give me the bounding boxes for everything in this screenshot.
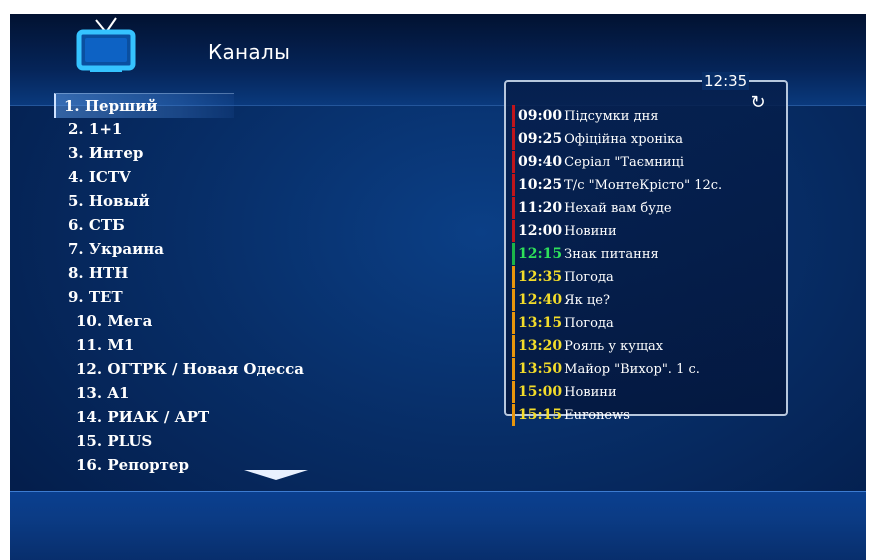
channel-item[interactable]: 9. ТЕТ — [56, 285, 368, 309]
epg-time: 13:20 — [518, 338, 563, 354]
epg-title: Т/с "МонтеКрісто" 12с. — [564, 178, 723, 193]
epg-row[interactable]: 12:15 Знак питання — [512, 243, 778, 265]
epg-title: Як це? — [564, 293, 610, 308]
epg-title: Погода — [564, 316, 614, 331]
channel-item[interactable]: 5. Новый — [56, 189, 368, 213]
epg-row[interactable]: 13:50 Майор "Вихор". 1 с. — [512, 358, 778, 380]
epg-time: 12:40 — [518, 292, 563, 308]
epg-row[interactable]: 13:15 Погода — [512, 312, 778, 334]
channel-item[interactable]: 2. 1+1 — [56, 117, 368, 141]
epg-time: 09:40 — [518, 154, 563, 170]
epg-time: 12:00 — [518, 223, 563, 239]
channel-item[interactable]: 14. РИАК / АРТ — [64, 405, 376, 429]
footer-band — [10, 491, 866, 560]
epg-title: Новини — [564, 224, 617, 239]
epg-row[interactable]: 09:25 Офіційна хроніка — [512, 128, 778, 150]
epg-row[interactable]: 12:40 Як це? — [512, 289, 778, 311]
epg-row[interactable]: 15:00 Новини — [512, 381, 778, 403]
channel-item[interactable]: 6. СТБ — [56, 213, 368, 237]
channel-item[interactable]: 16. Репортер — [64, 453, 376, 477]
epg-time: 09:25 — [518, 131, 563, 147]
epg-title: Новини — [564, 385, 617, 400]
channel-item[interactable]: 12. ОГТРК / Новая Одесса — [64, 357, 376, 381]
epg-title: Рояль у кущах — [564, 339, 664, 354]
epg-clock: 12:35 — [702, 72, 750, 90]
epg-row[interactable]: 13:20 Рояль у кущах — [512, 335, 778, 357]
channel-item[interactable]: 13. A1 — [64, 381, 376, 405]
epg-time: 13:50 — [518, 361, 563, 377]
epg-title: Нехай вам буде — [564, 201, 672, 216]
epg-time: 13:15 — [518, 315, 563, 331]
epg-time: 09:00 — [518, 108, 563, 124]
page-title: Каналы — [208, 40, 291, 64]
channel-item[interactable]: 8. НТН — [56, 261, 368, 285]
epg-row[interactable]: 10:25 Т/с "МонтеКрісто" 12с. — [512, 174, 778, 196]
channel-item[interactable]: 11. M1 — [64, 333, 376, 357]
epg-row[interactable]: 09:40 Серіал "Таємниці — [512, 151, 778, 173]
channel-item[interactable]: 3. Интер — [56, 141, 368, 165]
epg-title: Майор "Вихор". 1 с. — [564, 362, 700, 377]
epg-title: Euronews — [564, 408, 630, 423]
scroll-down-arrow-icon[interactable] — [244, 470, 308, 480]
epg-title: Знак питання — [564, 247, 659, 262]
epg-time: 11:20 — [518, 200, 563, 216]
channel-item[interactable]: 4. ICTV — [56, 165, 368, 189]
epg-time: 10:25 — [518, 177, 563, 193]
epg-title: Підсумки дня — [564, 109, 659, 124]
epg-time: 12:15 — [518, 246, 563, 262]
epg-title: Серіал "Таємниці — [564, 155, 685, 170]
epg-time: 15:00 — [518, 384, 563, 400]
epg-time: 12:35 — [518, 269, 563, 285]
epg-row[interactable]: 12:00 Новини — [512, 220, 778, 242]
epg-row[interactable]: 15:15 Euronews — [512, 404, 778, 426]
epg-row[interactable]: 09:00 Підсумки дня — [512, 105, 778, 127]
channel-item[interactable]: 1. Перший — [54, 93, 234, 118]
channel-item[interactable]: 7. Украина — [56, 237, 368, 261]
epg-time: 15:15 — [518, 407, 563, 423]
epg-title: Погода — [564, 270, 614, 285]
tv-icon — [76, 17, 136, 72]
channel-item[interactable]: 10. Мега — [64, 309, 376, 333]
channel-item[interactable]: 15. PLUS — [64, 429, 376, 453]
epg-row[interactable]: 12:35 Погода — [512, 266, 778, 288]
epg-title: Офіційна хроніка — [564, 132, 684, 147]
epg-row[interactable]: 11:20 Нехай вам буде — [512, 197, 778, 219]
